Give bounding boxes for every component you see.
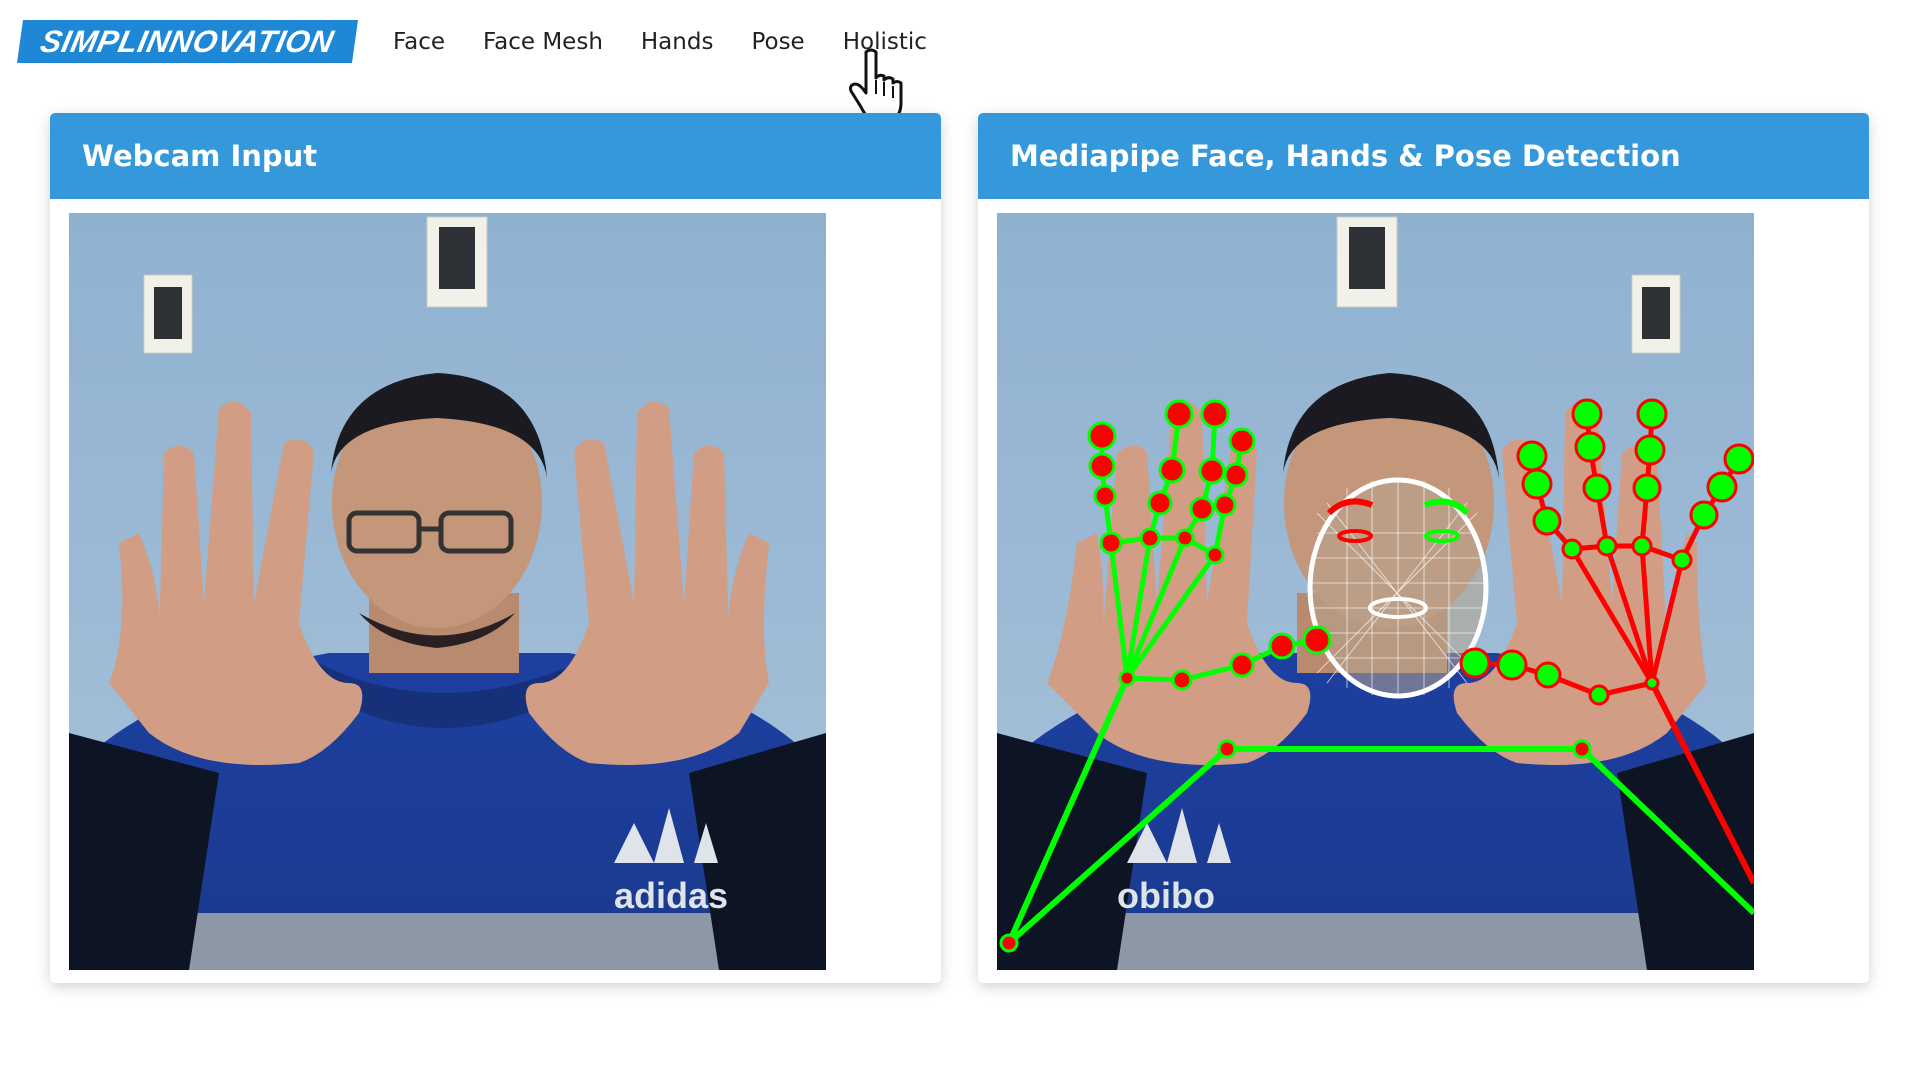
nav-item-holistic[interactable]: Holistic — [843, 29, 927, 55]
webcam-input-title: Webcam Input — [82, 139, 318, 173]
nav-links: Face Face Mesh Hands Pose Holistic — [393, 22, 927, 62]
nav-item-hands[interactable]: Hands — [641, 29, 714, 55]
brand-logo[interactable]: SIMPLINNOVATION — [16, 20, 359, 63]
webcam-frame: adidas — [69, 213, 826, 970]
detection-frame: obibo — [997, 213, 1754, 970]
svg-text:adidas: adidas — [614, 875, 728, 916]
top-navbar: SIMPLINNOVATION Face Face Mesh Hands Pos… — [0, 0, 1920, 90]
webcam-input-card: Webcam Input adidas — [50, 113, 941, 983]
nav-item-pose[interactable]: Pose — [751, 29, 804, 55]
nav-item-face[interactable]: Face — [393, 29, 445, 55]
nav-item-face-mesh[interactable]: Face Mesh — [483, 29, 603, 55]
detection-output-card: Mediapipe Face, Hands & Pose Detection o… — [978, 113, 1869, 983]
detection-output-title: Mediapipe Face, Hands & Pose Detection — [1010, 139, 1681, 173]
svg-text:obibo: obibo — [1117, 875, 1215, 916]
detection-output-header: Mediapipe Face, Hands & Pose Detection — [978, 113, 1869, 199]
webcam-video: adidas — [69, 213, 826, 970]
webcam-input-header: Webcam Input — [50, 113, 941, 199]
detection-canvas: obibo — [997, 213, 1754, 970]
brand-name: SIMPLINNOVATION — [37, 23, 338, 59]
